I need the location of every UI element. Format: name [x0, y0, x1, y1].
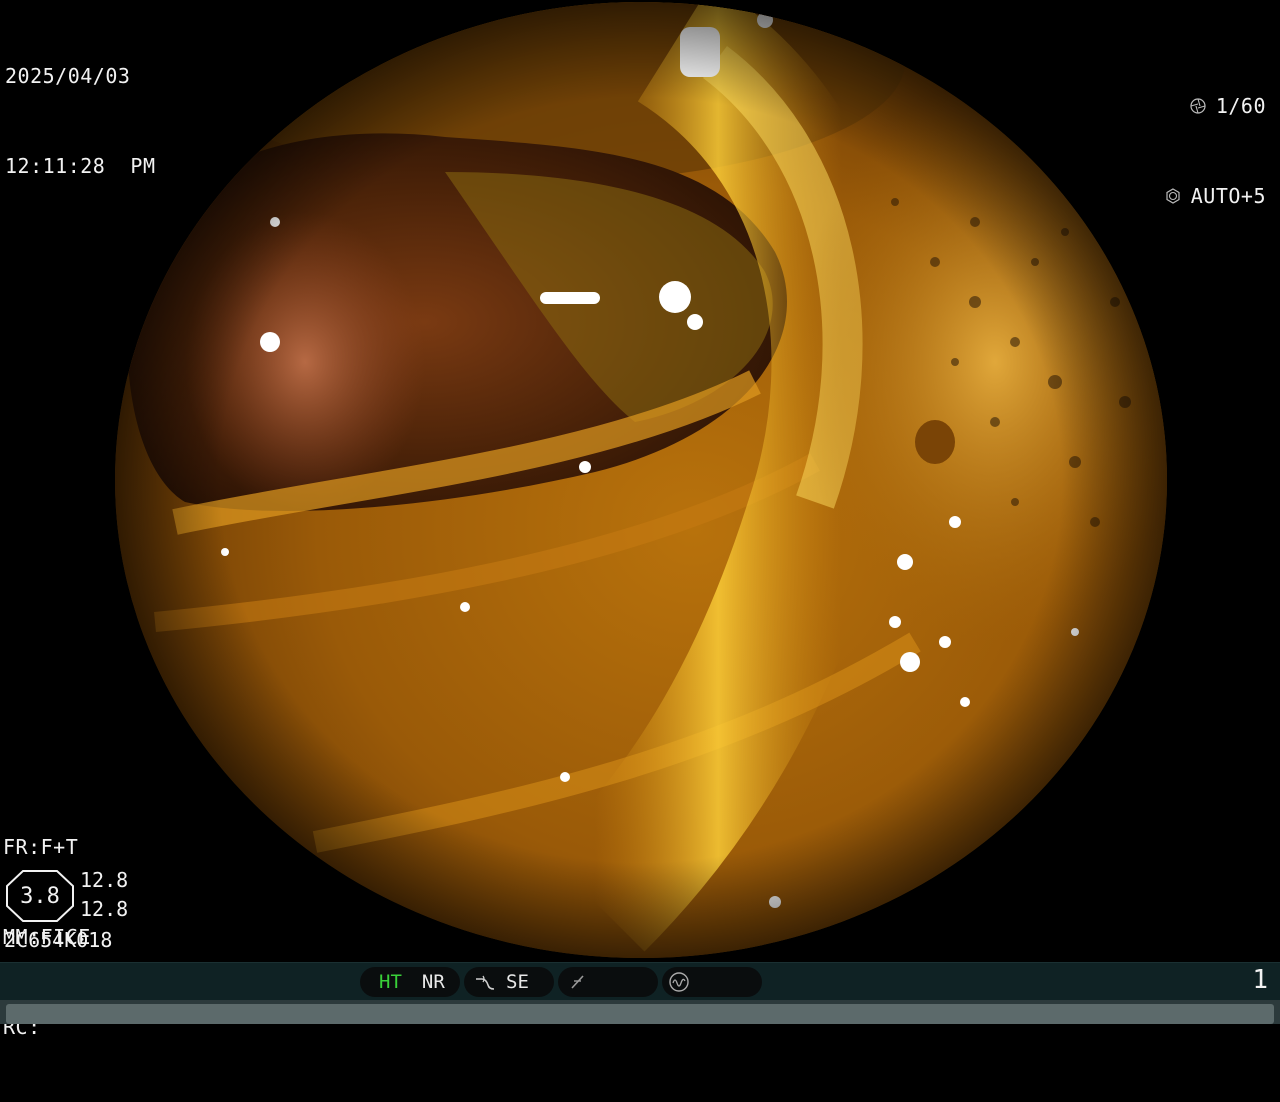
ratio-badge: 3.8: [5, 870, 75, 922]
ratio-center-value: 3.8: [20, 883, 60, 909]
shutter-icon: [1190, 98, 1206, 114]
ratio-top-value: 12.8: [80, 868, 129, 892]
ratio-bottom-value: 12.8: [80, 897, 129, 921]
iris-row: AUTO+5: [1165, 181, 1266, 211]
status-bar: HT NR SE 1: [0, 962, 1280, 1001]
camera-settings-overlay: 1/60 AUTO+5: [1165, 31, 1266, 271]
iris-icon: [1166, 188, 1180, 204]
slash-pill[interactable]: [558, 967, 658, 997]
bottom-strip: [0, 1000, 1280, 1024]
datetime-overlay: 2025/04/03 12:11:28 PM: [5, 1, 156, 241]
se-indicator: SE: [506, 971, 529, 993]
ht-indicator: HT: [379, 971, 402, 993]
iris-value: AUTO+5: [1190, 184, 1266, 208]
se-pill[interactable]: SE: [464, 967, 554, 997]
fr-setting: FR:F+T: [3, 835, 79, 859]
nr-indicator: NR: [421, 971, 445, 993]
ratio-side-values: 12.8 12.8: [80, 866, 128, 924]
wave-pill[interactable]: [662, 967, 762, 997]
time-text: 12:11:28 PM: [5, 154, 156, 178]
se-curve-icon: [476, 975, 495, 990]
endoscope-view: [115, 2, 1167, 958]
bottom-strip-inner: [6, 1004, 1274, 1024]
colon-lumen-image: [115, 2, 1167, 958]
wave-circle-icon: [669, 972, 689, 992]
shutter-value: 1/60: [1215, 94, 1266, 118]
shutter-row: 1/60: [1165, 91, 1266, 121]
ht-nr-pill[interactable]: HT NR: [360, 967, 460, 997]
slash-icon: [571, 975, 584, 989]
page-number: 1: [1252, 965, 1268, 995]
scope-serial: 2C654K018: [4, 928, 113, 952]
endoscopy-screen: 2025/04/03 12:11:28 PM 1/60 AUTO+5 FR:F+…: [0, 0, 1280, 1039]
date-text: 2025/04/03: [5, 64, 131, 88]
